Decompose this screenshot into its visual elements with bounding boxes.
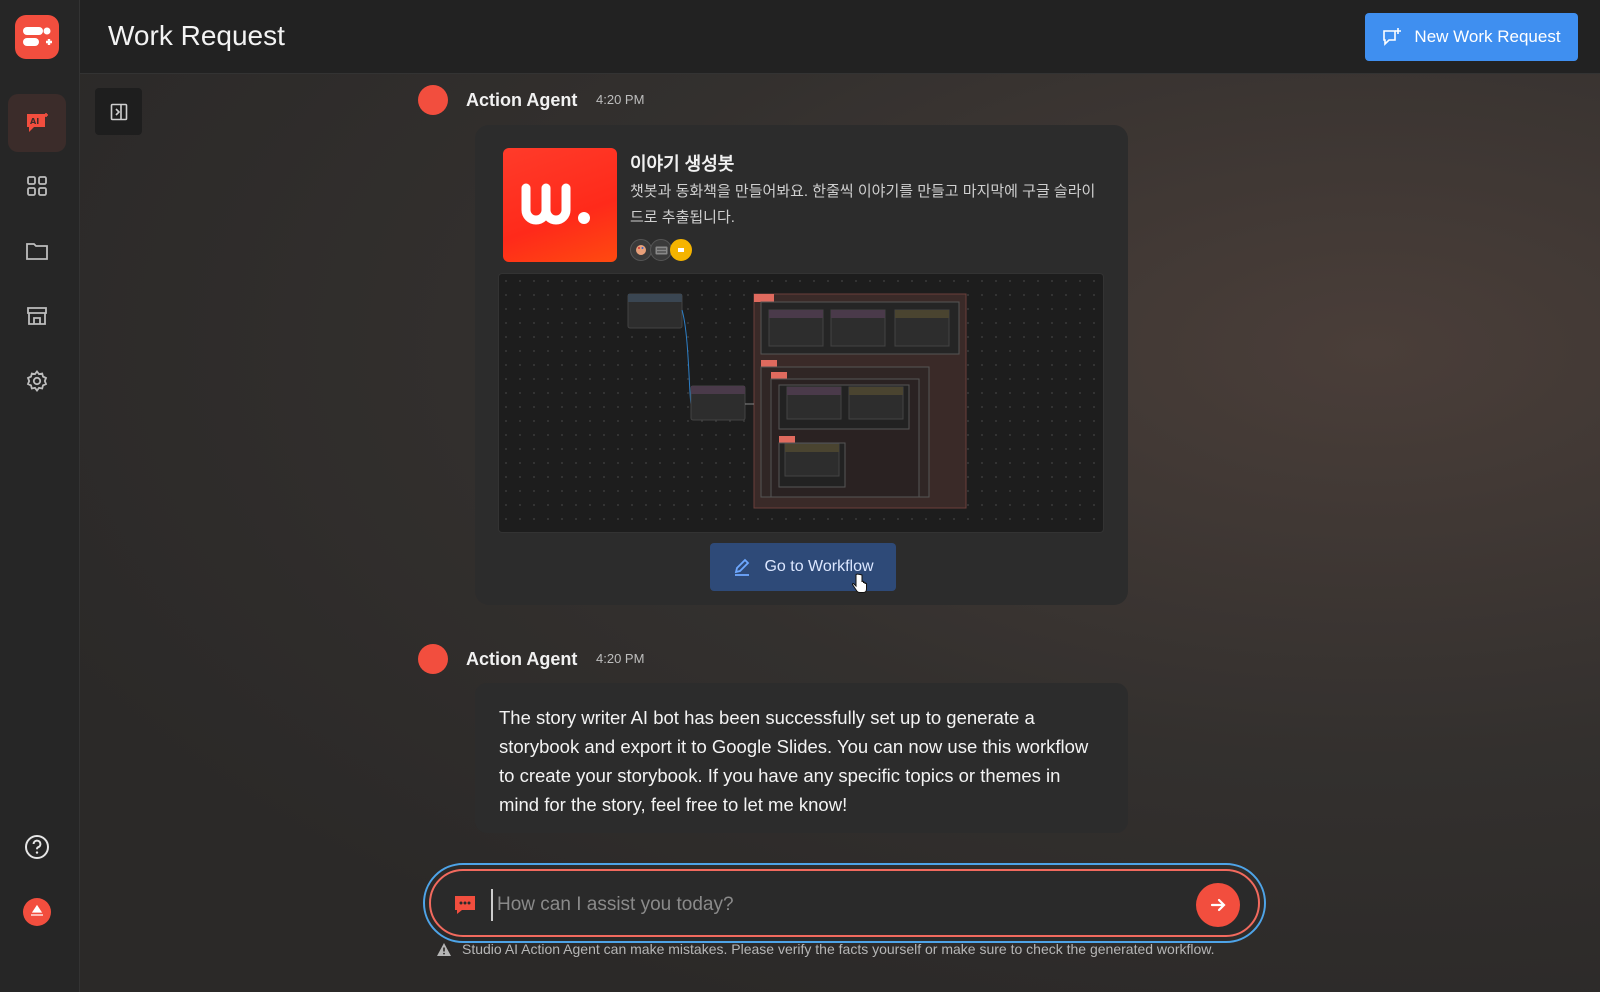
message-input[interactable] [491, 889, 1171, 921]
message-time: 4:20 PM [596, 651, 645, 666]
agent-name: Action Agent [466, 649, 578, 669]
agent-name: Action Agent [466, 90, 578, 110]
folder-icon [26, 243, 48, 260]
disclaimer-text: Studio AI Action Agent can make mistakes… [462, 941, 1215, 957]
sidebar-item-files[interactable] [8, 222, 66, 280]
workflow-title: 이야기 생성봇 [630, 154, 735, 174]
new-work-request-button[interactable]: New Work Request [1365, 13, 1578, 61]
pencil-icon [735, 558, 750, 576]
sidebar-item-help[interactable] [8, 818, 66, 876]
workflow-description: 챗봇과 동화책을 만들어봐요. 한줄씩 이야기를 만들고 마지막에 구글 슬라이… [630, 183, 1096, 226]
workflow-preview[interactable] [498, 273, 1104, 533]
svg-text:AI: AI [30, 117, 39, 126]
app-logo[interactable] [15, 15, 59, 59]
panel-toggle-button[interactable] [95, 88, 142, 135]
google-slides-icon [670, 239, 692, 261]
w-logo-icon [521, 183, 590, 225]
chat-area: Action Agent 4:20 PM 이야기 생성봇 챗봇과 동화책을 만들… [80, 74, 1600, 992]
composer [423, 863, 1266, 943]
page-title: Work Request [108, 20, 285, 51]
sidebar-item-apps[interactable] [8, 157, 66, 215]
sidebar-item-store[interactable] [8, 287, 66, 345]
agent-message: The story writer AI bot has been success… [475, 683, 1128, 833]
agent-avatar [418, 85, 448, 115]
agent-avatar [418, 644, 448, 674]
store-icon [27, 307, 47, 325]
sidebar-item-ai-chat[interactable]: AI [8, 94, 66, 152]
chat-bubble-icon [455, 896, 475, 914]
left-sidebar: AI [0, 0, 80, 992]
help-icon [25, 835, 49, 859]
workflow-thumbnail [503, 148, 617, 262]
integration-badges [630, 239, 692, 261]
disclaimer: Studio AI Action Agent can make mistakes… [436, 941, 1215, 957]
workflow-diagram [627, 293, 967, 509]
gear-icon [26, 370, 48, 392]
sidebar-item-user[interactable] [8, 883, 66, 941]
new-chat-icon [1383, 28, 1402, 46]
keyboard-icon [650, 239, 672, 261]
sidebar-item-settings[interactable] [8, 352, 66, 410]
warning-icon [437, 942, 451, 956]
palette-icon [630, 239, 652, 261]
send-button[interactable] [1196, 883, 1240, 927]
arrow-right-icon [1210, 898, 1226, 912]
top-bar: Work Request New Work Request [80, 0, 1600, 74]
hand-cursor-icon [852, 573, 867, 593]
workflow-card: 이야기 생성봇 챗봇과 동화책을 만들어봐요. 한줄씩 이야기를 만들고 마지막… [475, 125, 1128, 605]
ai-chat-icon: AI [27, 113, 48, 132]
message-time: 4:20 PM [596, 92, 645, 107]
new-work-request-label: New Work Request [1414, 27, 1561, 46]
grid-icon [27, 176, 47, 196]
panel-toggle-icon [110, 103, 127, 120]
logo-icon [23, 27, 52, 46]
user-avatar-icon [23, 898, 51, 926]
